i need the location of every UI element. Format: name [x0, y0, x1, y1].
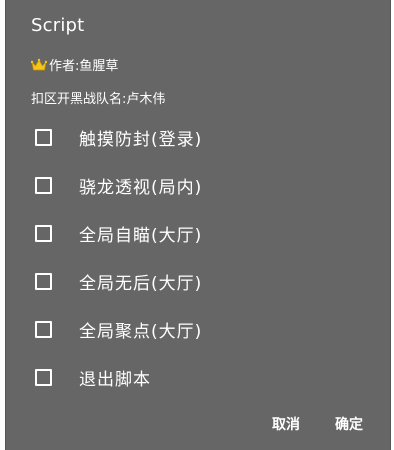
option-touch-anti-ban[interactable]: 触摸防封(登录) — [6, 113, 390, 161]
option-global-focus[interactable]: 全局聚点(大厅) — [6, 305, 390, 353]
option-list: 触摸防封(登录) 骁龙透视(局内) 全局自瞄(大厅) 全局无后(大厅) 全局聚点… — [6, 113, 390, 401]
option-label: 全局自瞄(大厅) — [79, 225, 203, 246]
checkbox-unchecked-icon[interactable] — [35, 368, 52, 386]
script-dialog: Script 作者:鱼腥草 扣区开黑战队名:卢木伟 触摸防封(登录) 骁龙透视(… — [5, 0, 391, 450]
option-label: 触摸防封(登录) — [79, 129, 203, 150]
option-label: 全局无后(大厅) — [79, 273, 203, 294]
author-line: 作者:鱼腥草 — [30, 55, 119, 74]
option-label: 全局聚点(大厅) — [79, 321, 203, 342]
cancel-button[interactable]: 取消 — [272, 414, 300, 434]
option-exit-script[interactable]: 退出脚本 — [6, 353, 390, 401]
dialog-actions: 取消 确定 — [6, 414, 390, 444]
checkbox-unchecked-icon[interactable] — [35, 272, 52, 290]
option-global-no-recoil[interactable]: 全局无后(大厅) — [6, 257, 390, 305]
author-text: 作者:鱼腥草 — [49, 59, 119, 74]
checkbox-unchecked-icon[interactable] — [35, 224, 52, 242]
option-label: 骁龙透视(局内) — [79, 177, 203, 198]
confirm-button[interactable]: 确定 — [335, 414, 363, 434]
option-global-aimbot[interactable]: 全局自瞄(大厅) — [6, 209, 390, 257]
dialog-title: Script — [31, 15, 85, 36]
crown-icon — [30, 58, 48, 72]
checkbox-unchecked-icon[interactable] — [35, 128, 52, 146]
checkbox-unchecked-icon[interactable] — [35, 320, 52, 338]
checkbox-unchecked-icon[interactable] — [35, 176, 52, 194]
option-label: 退出脚本 — [79, 369, 151, 390]
team-line: 扣区开黑战队名:卢木伟 — [31, 92, 166, 107]
option-snapdragon-esp[interactable]: 骁龙透视(局内) — [6, 161, 390, 209]
